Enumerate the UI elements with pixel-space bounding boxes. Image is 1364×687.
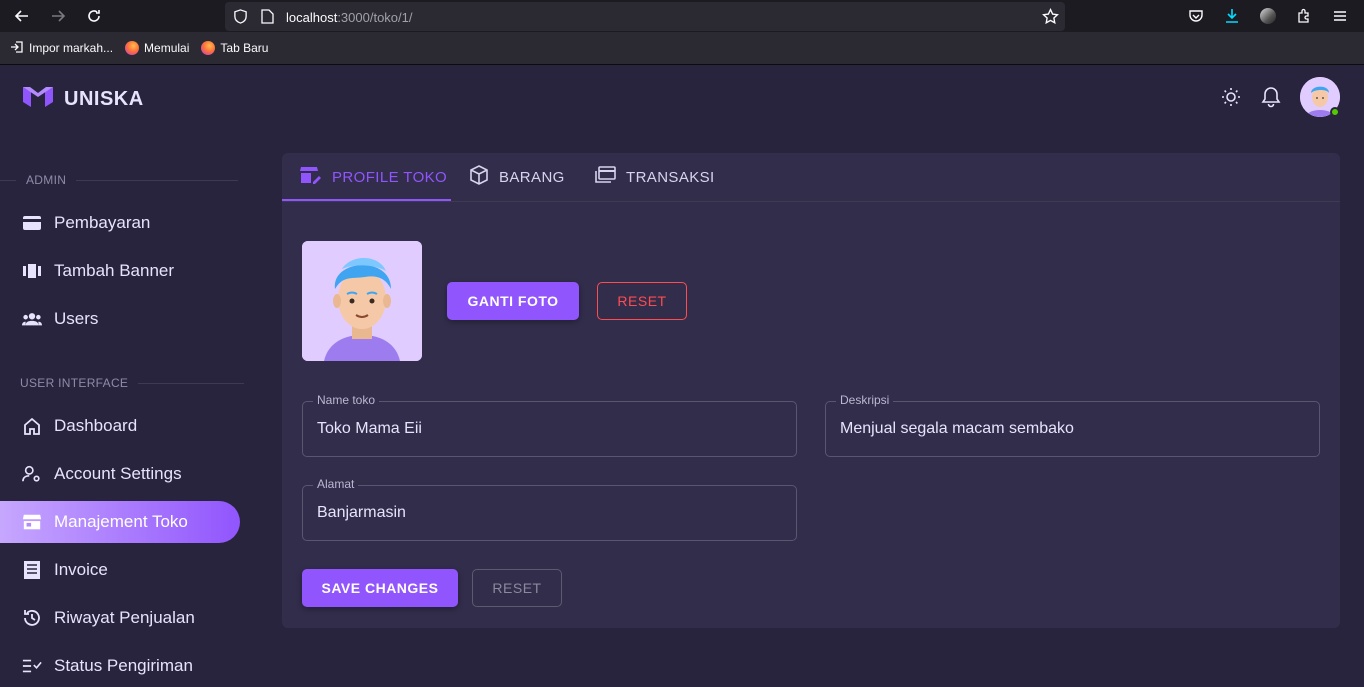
field-label: Alamat [313,477,359,491]
app: UNISKA ADMIN Pembayaran Tambah Banner Us… [0,65,1364,675]
url-bar[interactable]: localhost:3000/toko/1/ [225,2,1065,31]
sidebar-item-label: Status Pengiriman [54,656,193,675]
shield-icon[interactable] [233,9,248,29]
bookmark-label: Impor markah... [29,41,114,55]
tab-barang[interactable]: BARANG [469,153,565,201]
address-field[interactable]: Alamat Banjarmasin [302,477,797,541]
tab-label: TRANSAKSI [626,168,715,186]
storefront-icon [22,512,42,532]
sidebar-item-label: Invoice [54,560,108,579]
url-path: :3000/toko/1/ [337,10,413,25]
section-label: USER INTERFACE [20,376,129,390]
checklist-icon [22,656,42,676]
receipt-icon [22,560,42,580]
store-photo [302,241,422,361]
field-label: Name toko [313,393,380,407]
brand-logo[interactable]: UNISKA [22,85,144,114]
url-text[interactable]: localhost:3000/toko/1/ [286,10,412,25]
sidebar-item-label: Account Settings [54,464,182,483]
import-icon [10,40,24,57]
menu-icon[interactable] [1330,6,1350,26]
bookmarks-bar: Impor markah... Memulai Tab Baru [0,32,1364,65]
reset-photo-button[interactable]: RESET [597,282,687,320]
credit-card-icon [22,213,42,233]
page-icon [261,9,274,29]
cards-icon [594,166,616,188]
sidebar-item-label: Dashboard [54,416,138,435]
section-label: ADMIN [26,173,67,187]
sidebar-item-status-pengiriman[interactable]: Status Pengiriman [0,645,240,687]
field-value: Banjarmasin [317,504,406,521]
sidebar-item-manajement-toko[interactable]: Manajement Toko [0,501,240,543]
tab-profile-toko[interactable]: PROFILE TOKO [300,153,447,201]
sidebar-item-label: Users [54,309,99,328]
account-group-icon [22,309,42,329]
online-status-dot [1330,107,1340,117]
forward-icon[interactable] [48,6,68,26]
description-field[interactable]: Deskripsi Menjual segala macam sembako [825,393,1320,457]
field-value: Menjual segala macam sembako [840,420,1074,437]
back-icon[interactable] [12,6,32,26]
sidebar-item-tambah-banner[interactable]: Tambah Banner [0,250,240,292]
sidebar-item-dashboard[interactable]: Dashboard [0,405,240,447]
save-changes-button[interactable]: SAVE CHANGES [302,569,458,607]
sidebar-section-user-interface: USER INTERFACE [20,376,245,390]
sidebar-item-label: Riwayat Penjualan [54,608,195,627]
store-name-field[interactable]: Name toko Toko Mama Eii [302,393,797,457]
account-cog-icon [22,464,42,484]
tab-label: PROFILE TOKO [332,168,448,186]
change-photo-button[interactable]: GANTI FOTO [447,282,579,320]
sidebar-item-users[interactable]: Users [0,298,240,340]
field-label: Deskripsi [836,393,894,407]
bookmark-import[interactable]: Impor markah... [10,40,113,57]
bookmark-memulai[interactable]: Memulai [125,41,189,55]
sidebar-section-admin: ADMIN [0,173,239,187]
tab-label: BARANG [499,168,565,186]
history-icon [22,608,42,628]
pocket-icon[interactable] [1186,6,1206,26]
store-edit-icon [300,165,322,189]
cube-icon [469,165,489,189]
sidebar-item-pembayaran[interactable]: Pembayaran [0,202,240,244]
sidebar-item-label: Manajement Toko [54,512,188,531]
firefox-icon [201,41,216,55]
brand-name: UNISKA [64,88,144,110]
extensions-icon[interactable] [1294,6,1314,26]
sidebar-item-riwayat-penjualan[interactable]: Riwayat Penjualan [0,597,240,639]
reload-icon[interactable] [84,6,104,26]
logo-icon [22,85,54,114]
firefox-icon [125,41,140,55]
header-actions [1220,77,1340,117]
sidebar-item-invoice[interactable]: Invoice [0,549,240,591]
field-value: Toko Mama Eii [317,420,422,437]
browser-toolbar: localhost:3000/toko/1/ [0,0,1364,32]
sidebar-item-account-settings[interactable]: Account Settings [0,453,240,495]
view-carousel-icon [22,261,42,281]
url-host: localhost [286,10,338,25]
store-profile-card: PROFILE TOKO BARANG TRANSAKSI GANTI FOTO… [282,153,1340,628]
home-icon [22,416,42,436]
sidebar-item-label: Tambah Banner [54,261,175,280]
user-avatar[interactable] [1300,77,1340,117]
bookmark-label: Tab Baru [220,41,269,55]
tab-transaksi[interactable]: TRANSAKSI [594,153,715,201]
bookmark-star-icon[interactable] [1042,7,1059,30]
download-icon[interactable] [1222,6,1242,26]
bell-icon[interactable] [1260,86,1282,108]
account-icon[interactable] [1258,6,1278,26]
bookmark-tab-baru[interactable]: Tab Baru [201,41,268,55]
bookmark-label: Memulai [144,41,190,55]
sidebar-item-label: Pembayaran [54,213,151,232]
reset-form-button[interactable]: RESET [472,569,562,607]
tab-bar: PROFILE TOKO BARANG TRANSAKSI [282,153,1340,202]
theme-toggle-icon[interactable] [1220,86,1242,108]
active-tab-indicator [282,199,451,201]
